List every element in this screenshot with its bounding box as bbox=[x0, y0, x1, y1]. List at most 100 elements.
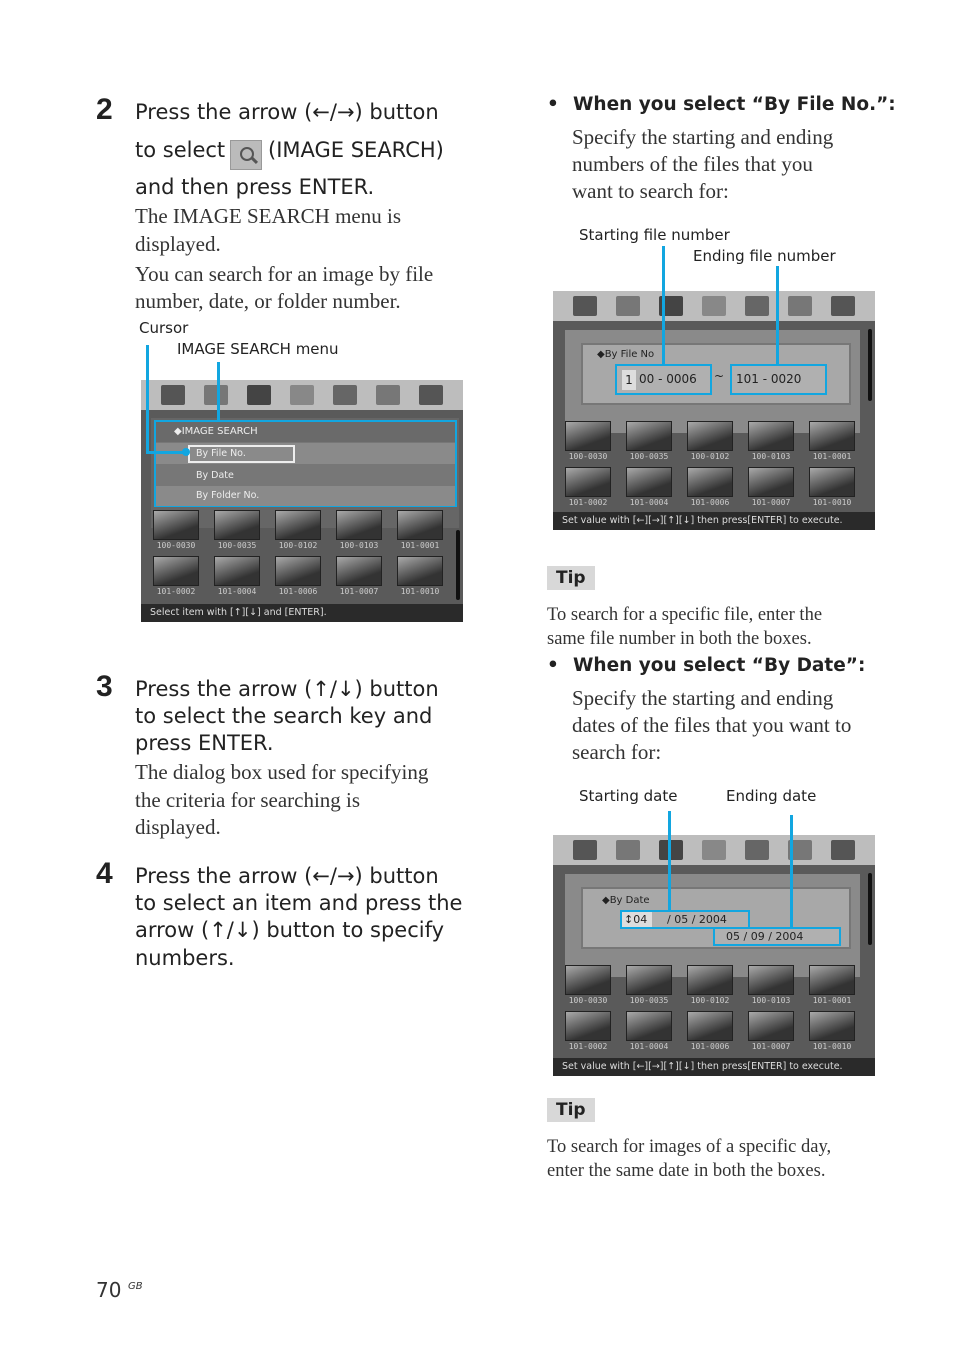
thumbnail-label: 100-0102 bbox=[278, 541, 318, 550]
menu-item-by-date[interactable]: By Date bbox=[156, 465, 455, 486]
thumbnail-image[interactable] bbox=[687, 467, 733, 497]
section-body: search for: bbox=[572, 740, 662, 764]
tip-label: Tip bbox=[547, 566, 595, 590]
trash-icon[interactable] bbox=[788, 296, 813, 316]
tip-text: same file number in both the boxes. bbox=[547, 629, 812, 649]
image-edit-icon[interactable] bbox=[160, 385, 185, 405]
thumbnail-label: 101-0007 bbox=[339, 587, 379, 596]
step-heading: (IMAGE SEARCH) bbox=[268, 138, 444, 162]
thumbnail-image[interactable] bbox=[748, 1011, 794, 1041]
toolbox-icon[interactable] bbox=[701, 296, 726, 316]
thumbnail-image[interactable] bbox=[565, 421, 611, 451]
step-body: The dialog box used for specifying bbox=[135, 760, 429, 784]
slideshow-icon[interactable] bbox=[615, 840, 640, 860]
thumbnail-label: 100-0030 bbox=[568, 996, 608, 1005]
by-file-no-dialog: ◆By File No 1 00 - 0006 ~ 101 - 0020 bbox=[581, 343, 851, 405]
image-search-icon[interactable] bbox=[658, 840, 683, 860]
section-body: Specify the starting and ending bbox=[572, 125, 834, 149]
thumbnail-image[interactable] bbox=[809, 467, 855, 497]
status-bar: Select item with [↑][↓] and [ENTER]. bbox=[141, 604, 463, 622]
end-file-number-field[interactable]: 101 - 0020 bbox=[730, 364, 827, 395]
thumbnail-image[interactable] bbox=[687, 1011, 733, 1041]
thumbnail-label: 101-0006 bbox=[278, 587, 318, 596]
thumbnail-image[interactable] bbox=[275, 556, 321, 586]
scrollbar[interactable] bbox=[456, 530, 460, 600]
by-file-no-screen: ◆By File No 1 00 - 0006 ~ 101 - 0020 100… bbox=[553, 291, 875, 530]
thumbnail-image[interactable] bbox=[687, 965, 733, 995]
menu-item-by-folder-no[interactable]: By Folder No. bbox=[156, 486, 455, 506]
dialog-title: ◆By File No bbox=[597, 349, 655, 360]
thumbnail-label: 100-0030 bbox=[568, 452, 608, 461]
thumbnail-image[interactable] bbox=[153, 510, 199, 540]
digit-spinner[interactable]: 1 bbox=[622, 370, 636, 390]
thumbnail-image[interactable] bbox=[626, 421, 672, 451]
zoom-icon[interactable] bbox=[831, 840, 856, 860]
step-number: 4 bbox=[96, 857, 113, 890]
thumbnail-image[interactable] bbox=[397, 556, 443, 586]
thumbnail-image[interactable] bbox=[809, 421, 855, 451]
thumbnail-image[interactable] bbox=[809, 1011, 855, 1041]
month-spinner[interactable]: ↕04 bbox=[622, 912, 652, 927]
thumbnail-label: 100-0103 bbox=[339, 541, 379, 550]
thumbnail-label: 101-0006 bbox=[690, 1042, 730, 1051]
thumbnail-image[interactable] bbox=[397, 510, 443, 540]
region-code: GB bbox=[128, 1281, 143, 1292]
thumbnail-image[interactable] bbox=[748, 421, 794, 451]
section-body: dates of the files that you want to bbox=[572, 713, 852, 737]
start-callout-line bbox=[662, 246, 665, 365]
thumbnail-image[interactable] bbox=[626, 1011, 672, 1041]
bullet: • bbox=[547, 94, 559, 115]
step-heading: to select an item and press the bbox=[135, 891, 463, 915]
thumbnail-image[interactable] bbox=[748, 467, 794, 497]
section-body: numbers of the files that you bbox=[572, 152, 813, 176]
thumbnail-image[interactable] bbox=[214, 556, 260, 586]
thumbnail-image[interactable] bbox=[565, 965, 611, 995]
image-search-menu-screen: ◆IMAGE SEARCH By File No. By Date By Fol… bbox=[141, 380, 463, 622]
toolbox-icon[interactable] bbox=[701, 840, 726, 860]
copy-icon[interactable] bbox=[745, 840, 770, 860]
step-body: You can search for an image by file bbox=[135, 262, 434, 286]
thumbnail-image[interactable] bbox=[687, 421, 733, 451]
step-heading: to select the search key and bbox=[135, 704, 433, 728]
image-edit-icon[interactable] bbox=[572, 840, 597, 860]
toolbox-icon[interactable] bbox=[289, 385, 314, 405]
tip-text: To search for images of a specific day, bbox=[547, 1137, 832, 1157]
step-body: the criteria for searching is bbox=[135, 788, 361, 812]
scrollbar[interactable] bbox=[868, 873, 872, 945]
zoom-icon[interactable] bbox=[831, 296, 856, 316]
step-heading: press ENTER. bbox=[135, 731, 274, 755]
thumbnail-label: 100-0103 bbox=[751, 996, 791, 1005]
thumbnail-image[interactable] bbox=[565, 467, 611, 497]
zoom-icon[interactable] bbox=[419, 385, 444, 405]
thumbnail-image[interactable] bbox=[565, 1011, 611, 1041]
thumbnail-image[interactable] bbox=[626, 965, 672, 995]
thumbnail-image[interactable] bbox=[809, 965, 855, 995]
thumbnail-image[interactable] bbox=[153, 556, 199, 586]
slideshow-icon[interactable] bbox=[615, 296, 640, 316]
thumbnail-image[interactable] bbox=[336, 556, 382, 586]
thumbnail-image[interactable] bbox=[214, 510, 260, 540]
end-date-field[interactable]: 05 / 09 / 2004 bbox=[713, 927, 841, 946]
step-body: displayed. bbox=[135, 815, 221, 839]
copy-icon[interactable] bbox=[333, 385, 358, 405]
trash-icon[interactable] bbox=[376, 385, 401, 405]
thumbnail-image[interactable] bbox=[275, 510, 321, 540]
step-body: number, date, or folder number. bbox=[135, 289, 401, 313]
status-bar: Set value with [←][→][↑][↓] then press[E… bbox=[553, 1058, 875, 1076]
thumbnail-image[interactable] bbox=[626, 467, 672, 497]
thumbnail-label: 101-0001 bbox=[812, 996, 852, 1005]
copy-icon[interactable] bbox=[745, 296, 770, 316]
start-file-number-field[interactable]: 1 00 - 0006 bbox=[615, 364, 712, 395]
callout-cursor: Cursor bbox=[139, 319, 189, 337]
thumbnail-image[interactable] bbox=[748, 965, 794, 995]
thumbnail-label: 100-0102 bbox=[690, 452, 730, 461]
step-body: displayed. bbox=[135, 232, 221, 256]
tip-text: To search for a specific file, enter the bbox=[547, 605, 823, 625]
scrollbar[interactable] bbox=[868, 329, 872, 401]
image-edit-icon[interactable] bbox=[572, 296, 597, 316]
thumbnail-image[interactable] bbox=[336, 510, 382, 540]
slideshow-icon[interactable] bbox=[203, 385, 228, 405]
end-date-value: 05 / 09 / 2004 bbox=[726, 930, 804, 943]
image-search-icon[interactable] bbox=[246, 385, 271, 405]
section-body: want to search for: bbox=[572, 179, 729, 203]
